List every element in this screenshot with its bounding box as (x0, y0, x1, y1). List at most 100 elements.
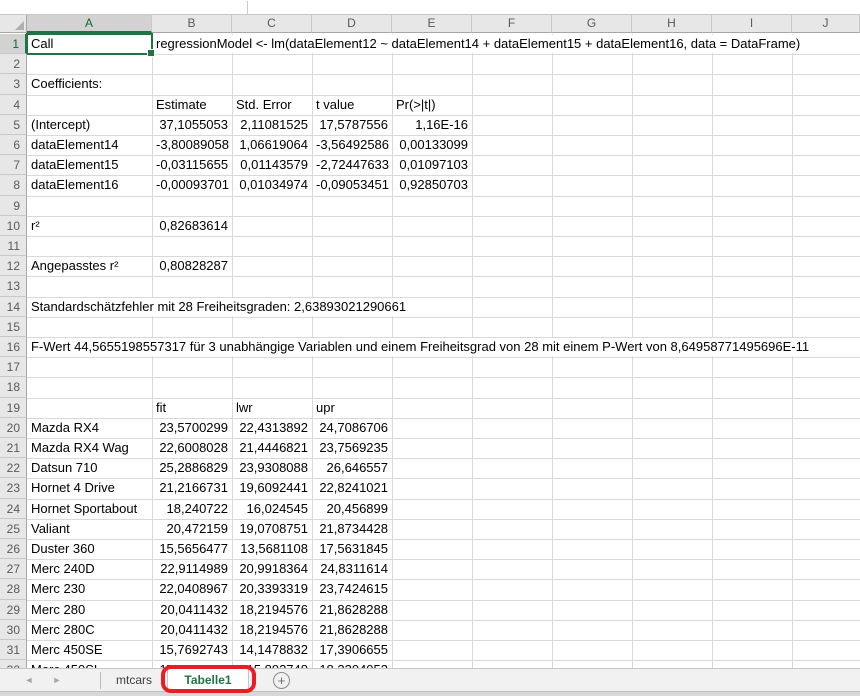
row-header-19[interactable]: 19 (0, 398, 27, 418)
cell-C30[interactable]: 18,2194576 (232, 620, 312, 640)
cell-B1-overflow[interactable]: regressionModel <- lm(dataElement12 ~ da… (153, 35, 800, 53)
sheet-nav-right-icon[interactable]: ► (50, 669, 64, 692)
cell-D29[interactable]: 21,8628288 (312, 600, 392, 620)
row-header-11[interactable]: 11 (0, 236, 27, 256)
row-header-13[interactable]: 13 (0, 276, 27, 296)
cell-A6[interactable]: dataElement14 (27, 135, 152, 155)
cell-A16-overflow[interactable]: F-Wert 44,5655198557317 für 3 unabhängig… (28, 338, 809, 356)
cell-B25[interactable]: 20,472159 (152, 519, 232, 539)
row-header-25[interactable]: 25 (0, 519, 27, 539)
row-header-14[interactable]: 14 (0, 297, 27, 317)
cell-A14-overflow[interactable]: Standardschätzfehler mit 28 Freiheitsgra… (28, 298, 406, 316)
cell-C29[interactable]: 18,2194576 (232, 600, 312, 620)
cell-D31[interactable]: 17,3906655 (312, 640, 392, 660)
row-header-24[interactable]: 24 (0, 499, 27, 519)
column-header-E[interactable]: E (392, 14, 472, 33)
cell-D27[interactable]: 24,8311614 (312, 559, 392, 579)
cell-E8[interactable]: 0,92850703 (392, 175, 472, 195)
row-header-7[interactable]: 7 (0, 155, 27, 175)
row-header-16[interactable]: 16 (0, 337, 27, 357)
row-header-6[interactable]: 6 (0, 135, 27, 155)
cell-A10[interactable]: r² (27, 216, 152, 236)
cell-B21[interactable]: 22,6008028 (152, 438, 232, 458)
row-header-21[interactable]: 21 (0, 438, 27, 458)
cell-D22[interactable]: 26,646557 (312, 458, 392, 478)
sheet-nav-left-icon[interactable]: ◄ (22, 669, 36, 692)
cell-C28[interactable]: 20,3393319 (232, 579, 312, 599)
cell-A3[interactable]: Coefficients: (27, 74, 152, 94)
cell-A21[interactable]: Mazda RX4 Wag (27, 438, 152, 458)
column-header-D[interactable]: D (312, 14, 392, 33)
cell-E6[interactable]: 0,00133099 (392, 135, 472, 155)
row-header-8[interactable]: 8 (0, 175, 27, 195)
cell-B4[interactable]: Estimate (152, 95, 232, 115)
cell-B26[interactable]: 15,5656477 (152, 539, 232, 559)
cell-C20[interactable]: 22,4313892 (232, 418, 312, 438)
cell-A29[interactable]: Merc 280 (27, 600, 152, 620)
row-header-2[interactable]: 2 (0, 54, 27, 74)
cell-C21[interactable]: 21,4446821 (232, 438, 312, 458)
cell-A27[interactable]: Merc 240D (27, 559, 152, 579)
sheet-tab-tabelle1[interactable]: Tabelle1 (167, 669, 249, 692)
cell-B20[interactable]: 23,5700299 (152, 418, 232, 438)
cell-D25[interactable]: 21,8734428 (312, 519, 392, 539)
cell-A5[interactable]: (Intercept) (27, 115, 152, 135)
cell-B22[interactable]: 25,2886829 (152, 458, 232, 478)
cell-A31[interactable]: Merc 450SE (27, 640, 152, 660)
cell-C23[interactable]: 19,6092441 (232, 478, 312, 498)
cell-C6[interactable]: 1,06619064 (232, 135, 312, 155)
row-header-28[interactable]: 28 (0, 579, 27, 599)
row-header-9[interactable]: 9 (0, 196, 27, 216)
cell-A22[interactable]: Datsun 710 (27, 458, 152, 478)
cell-A7[interactable]: dataElement15 (27, 155, 152, 175)
row-header-30[interactable]: 30 (0, 620, 27, 640)
cell-A26[interactable]: Duster 360 (27, 539, 152, 559)
cell-C19[interactable]: lwr (232, 398, 312, 418)
select-all-corner[interactable] (0, 14, 27, 33)
row-header-17[interactable]: 17 (0, 357, 27, 377)
cell-D6[interactable]: -3,56492586 (312, 135, 392, 155)
cell-D24[interactable]: 20,456899 (312, 499, 392, 519)
row-header-12[interactable]: 12 (0, 256, 27, 276)
cell-E7[interactable]: 0,01097103 (392, 155, 472, 175)
column-header-B[interactable]: B (152, 14, 232, 33)
cell-C8[interactable]: 0,01034974 (232, 175, 312, 195)
row-header-15[interactable]: 15 (0, 317, 27, 337)
row-header-31[interactable]: 31 (0, 640, 27, 660)
cell-B31[interactable]: 15,7692743 (152, 640, 232, 660)
cell-A28[interactable]: Merc 230 (27, 579, 152, 599)
row-header-29[interactable]: 29 (0, 600, 27, 620)
row-header-22[interactable]: 22 (0, 458, 27, 478)
sheet-tab-mtcars[interactable]: mtcars (104, 669, 164, 692)
cell-D30[interactable]: 21,8628288 (312, 620, 392, 640)
cell-D4[interactable]: t value (312, 95, 392, 115)
cell-B7[interactable]: -0,03115655 (152, 155, 232, 175)
row-header-10[interactable]: 10 (0, 216, 27, 236)
cell-A20[interactable]: Mazda RX4 (27, 418, 152, 438)
row-header-20[interactable]: 20 (0, 418, 27, 438)
row-header-23[interactable]: 23 (0, 478, 27, 498)
row-header-26[interactable]: 26 (0, 539, 27, 559)
cell-C22[interactable]: 23,9308088 (232, 458, 312, 478)
cell-A25[interactable]: Valiant (27, 519, 152, 539)
column-header-A[interactable]: A (27, 14, 152, 33)
cell-C31[interactable]: 14,1478832 (232, 640, 312, 660)
row-header-5[interactable]: 5 (0, 115, 27, 135)
cell-D5[interactable]: 17,5787556 (312, 115, 392, 135)
cell-C26[interactable]: 13,5681108 (232, 539, 312, 559)
row-header-27[interactable]: 27 (0, 559, 27, 579)
column-header-J[interactable]: J (792, 14, 860, 33)
cell-D28[interactable]: 23,7424615 (312, 579, 392, 599)
cell-D7[interactable]: -2,72447633 (312, 155, 392, 175)
cell-D8[interactable]: -0,09053451 (312, 175, 392, 195)
cell-B28[interactable]: 22,0408967 (152, 579, 232, 599)
cell-D21[interactable]: 23,7569235 (312, 438, 392, 458)
cell-E5[interactable]: 1,16E-16 (392, 115, 472, 135)
cell-B30[interactable]: 20,0411432 (152, 620, 232, 640)
fill-handle[interactable] (147, 49, 155, 57)
cell-C4[interactable]: Std. Error (232, 95, 312, 115)
cell-A8[interactable]: dataElement16 (27, 175, 152, 195)
cell-B6[interactable]: -3,80089058 (152, 135, 232, 155)
cell-B12[interactable]: 0,80828287 (152, 256, 232, 276)
cell-B27[interactable]: 22,9114989 (152, 559, 232, 579)
